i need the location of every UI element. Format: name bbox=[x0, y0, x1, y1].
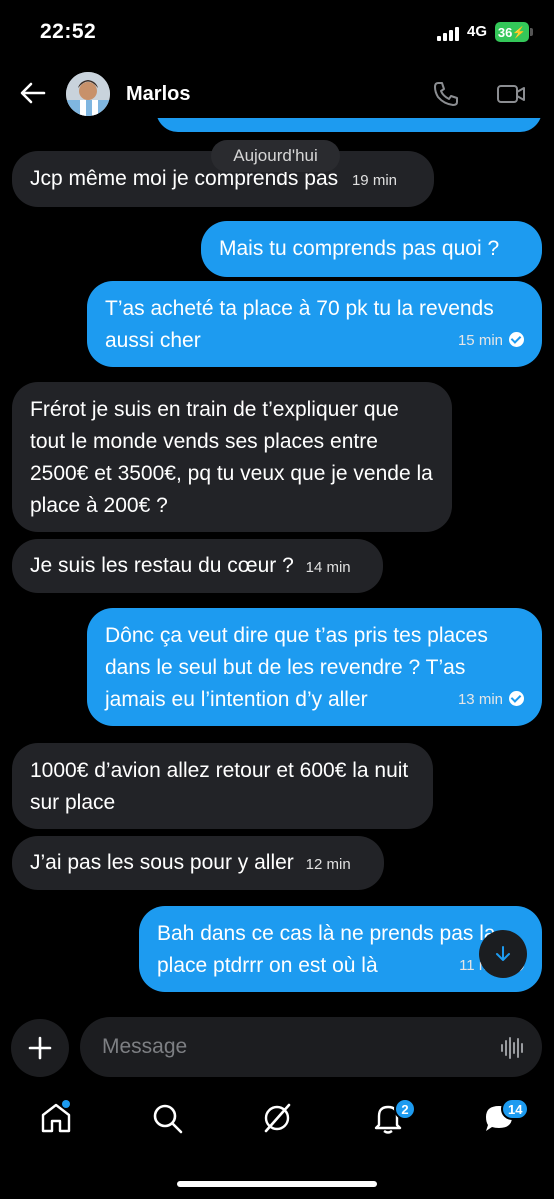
message-time: 12 min bbox=[305, 856, 351, 873]
message-bubble-outgoing[interactable]: T’as acheté ta place à 70 pk tu la reven… bbox=[87, 281, 542, 367]
battery-icon: 36 ⚡ bbox=[495, 22, 529, 42]
signal-icon bbox=[437, 25, 461, 41]
notifications-badge: 2 bbox=[394, 1098, 416, 1120]
contact-name[interactable]: Marlos bbox=[126, 83, 190, 106]
message-bubble-incoming[interactable]: 1000€ d’avion allez retour et 600€ la nu… bbox=[12, 743, 433, 829]
plus-icon bbox=[28, 1036, 52, 1060]
message-text: Mais tu comprends pas quoi ? bbox=[219, 237, 500, 260]
read-check-icon bbox=[509, 691, 524, 706]
message-text: J’ai pas les sous pour y aller bbox=[30, 851, 294, 874]
back-arrow-icon[interactable] bbox=[18, 78, 48, 108]
message-bubble-outgoing[interactable]: Mais tu comprends pas quoi ? bbox=[201, 221, 542, 277]
message-text: Je suis les restau du cœur ? bbox=[30, 554, 294, 577]
voice-message-icon[interactable] bbox=[500, 1035, 526, 1061]
message-time: 19 min bbox=[351, 172, 397, 189]
bottom-navigation: 2 14 bbox=[0, 1090, 554, 1160]
battery-level: 36 bbox=[497, 24, 513, 40]
message-input[interactable] bbox=[80, 1017, 542, 1077]
message-text: T’as acheté ta place à 70 pk tu la reven… bbox=[105, 297, 494, 352]
message-bubble-outgoing[interactable]: Dônc ça veut dire que t’as pris tes plac… bbox=[87, 608, 542, 726]
avatar[interactable] bbox=[66, 72, 110, 116]
date-separator: Aujourd'hui bbox=[211, 140, 340, 172]
message-list[interactable]: Aujourd'hui Jcp même moi je comprends pa… bbox=[0, 118, 554, 1013]
video-call-icon[interactable] bbox=[496, 80, 526, 108]
message-bubble-incoming[interactable]: J’ai pas les sous pour y aller 12 min bbox=[12, 836, 384, 890]
message-time: 13 min bbox=[457, 691, 503, 708]
arrow-down-icon bbox=[496, 946, 510, 961]
message-bubble-incoming[interactable]: Je suis les restau du cœur ? 14 min bbox=[12, 539, 383, 593]
message-time: 14 min bbox=[305, 559, 351, 576]
message-text: Bah dans ce cas là ne prends pas la plac… bbox=[157, 922, 496, 977]
home-indicator bbox=[177, 1181, 377, 1187]
message-text: Frérot je suis en train de t’expliquer q… bbox=[30, 398, 433, 517]
messages-badge: 14 bbox=[501, 1098, 530, 1120]
network-type: 4G bbox=[467, 23, 488, 40]
conversation-header: Marlos bbox=[0, 64, 554, 124]
previous-message-bubble[interactable] bbox=[156, 118, 542, 132]
battery-tip bbox=[530, 28, 533, 36]
scroll-to-bottom-button[interactable] bbox=[479, 930, 527, 978]
message-time: 15 min bbox=[457, 332, 503, 349]
add-attachment-button[interactable] bbox=[11, 1019, 69, 1077]
message-composer bbox=[0, 1013, 554, 1083]
grok-icon[interactable] bbox=[259, 1100, 295, 1136]
home-unread-dot bbox=[62, 1100, 70, 1108]
status-bar: 22:52 4G 36 ⚡ bbox=[0, 0, 554, 64]
status-time: 22:52 bbox=[40, 20, 97, 43]
phone-icon[interactable] bbox=[432, 80, 460, 108]
search-icon[interactable] bbox=[149, 1100, 185, 1136]
read-check-icon bbox=[509, 332, 524, 347]
message-text: Dônc ça veut dire que t’as pris tes plac… bbox=[105, 624, 488, 711]
message-bubble-incoming[interactable]: Frérot je suis en train de t’expliquer q… bbox=[12, 382, 452, 532]
message-text: 1000€ d’avion allez retour et 600€ la nu… bbox=[30, 759, 409, 814]
